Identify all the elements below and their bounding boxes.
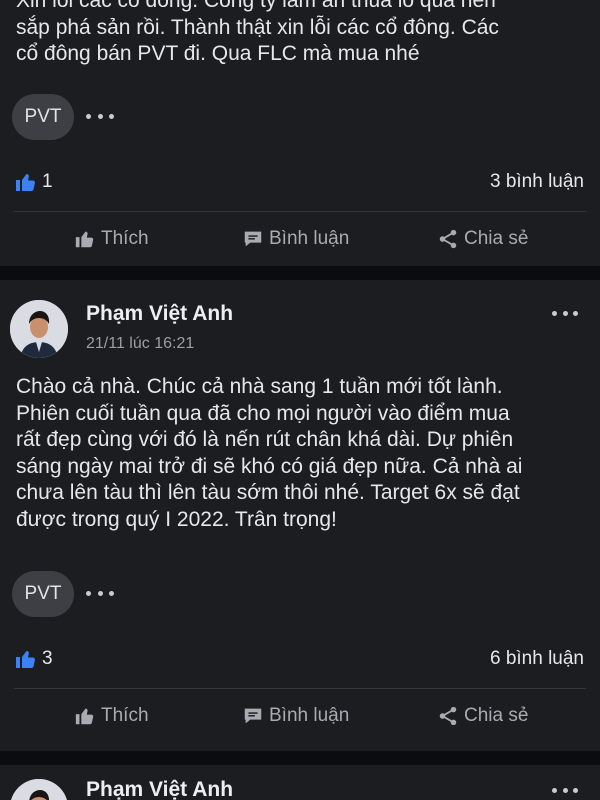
post-1: Xin lỗi các cổ đông. Công ty làm ăn thua… bbox=[0, 0, 600, 266]
post-text: Chào cả nhà. Chúc cả nhà sang 1 tuần mới… bbox=[16, 375, 523, 531]
post-separator bbox=[0, 751, 600, 765]
comment-button[interactable]: Bình luận bbox=[242, 228, 349, 250]
post-text: Xin lỗi các cổ đông. Công ty làm ăn thua… bbox=[16, 0, 499, 65]
share-icon bbox=[439, 706, 457, 726]
author-name[interactable]: Phạm Việt Anh bbox=[86, 302, 233, 326]
like-button[interactable]: Thích bbox=[74, 228, 149, 250]
post-3: Phạm Việt Anh bbox=[0, 765, 600, 800]
author-avatar[interactable] bbox=[10, 779, 68, 800]
more-tags-icon[interactable] bbox=[86, 111, 114, 121]
divider bbox=[14, 688, 586, 689]
speech-bubble-icon bbox=[244, 708, 262, 724]
more-tags-icon[interactable] bbox=[86, 588, 114, 598]
like-count[interactable]: 1 bbox=[14, 170, 53, 194]
stock-tag-chip[interactable]: PVT bbox=[12, 94, 74, 140]
stock-tag-chip[interactable]: PVT bbox=[12, 571, 74, 617]
thumbs-up-icon bbox=[75, 708, 94, 725]
post-timestamp: 21/11 lúc 16:21 bbox=[86, 335, 195, 352]
post-2: Phạm Việt Anh 21/11 lúc 16:21 Chào cả nh… bbox=[0, 280, 600, 751]
share-icon bbox=[439, 229, 457, 249]
thumbs-up-icon bbox=[16, 174, 35, 191]
author-avatar[interactable] bbox=[10, 300, 68, 358]
speech-bubble-icon bbox=[244, 231, 262, 247]
share-button[interactable]: Chia sẻ bbox=[437, 705, 528, 727]
avatar-image bbox=[10, 779, 68, 800]
more-options-icon[interactable] bbox=[552, 785, 578, 795]
post-separator bbox=[0, 266, 600, 280]
divider bbox=[14, 211, 586, 212]
like-count[interactable]: 3 bbox=[14, 647, 53, 671]
avatar-image bbox=[10, 300, 68, 358]
like-button[interactable]: Thích bbox=[74, 705, 149, 727]
thumbs-up-icon bbox=[16, 651, 35, 668]
more-options-icon[interactable] bbox=[552, 308, 578, 318]
share-button[interactable]: Chia sẻ bbox=[437, 228, 528, 250]
comment-count[interactable]: 6 bình luận bbox=[490, 648, 584, 670]
thumbs-up-icon bbox=[75, 231, 94, 248]
comment-button[interactable]: Bình luận bbox=[242, 705, 349, 727]
author-name[interactable]: Phạm Việt Anh bbox=[86, 778, 233, 800]
comment-count[interactable]: 3 bình luận bbox=[490, 171, 584, 193]
